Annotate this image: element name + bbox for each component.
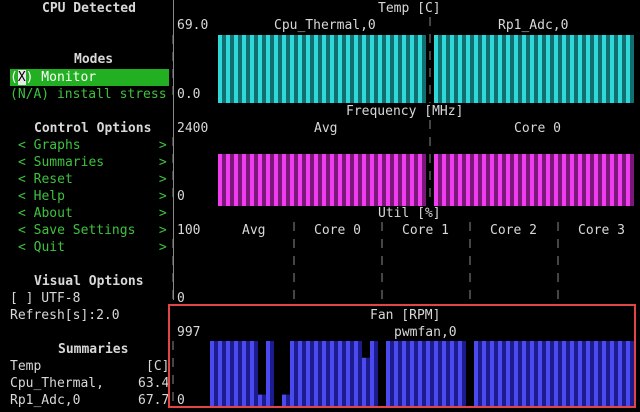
fan-graph-highlight (168, 304, 636, 408)
